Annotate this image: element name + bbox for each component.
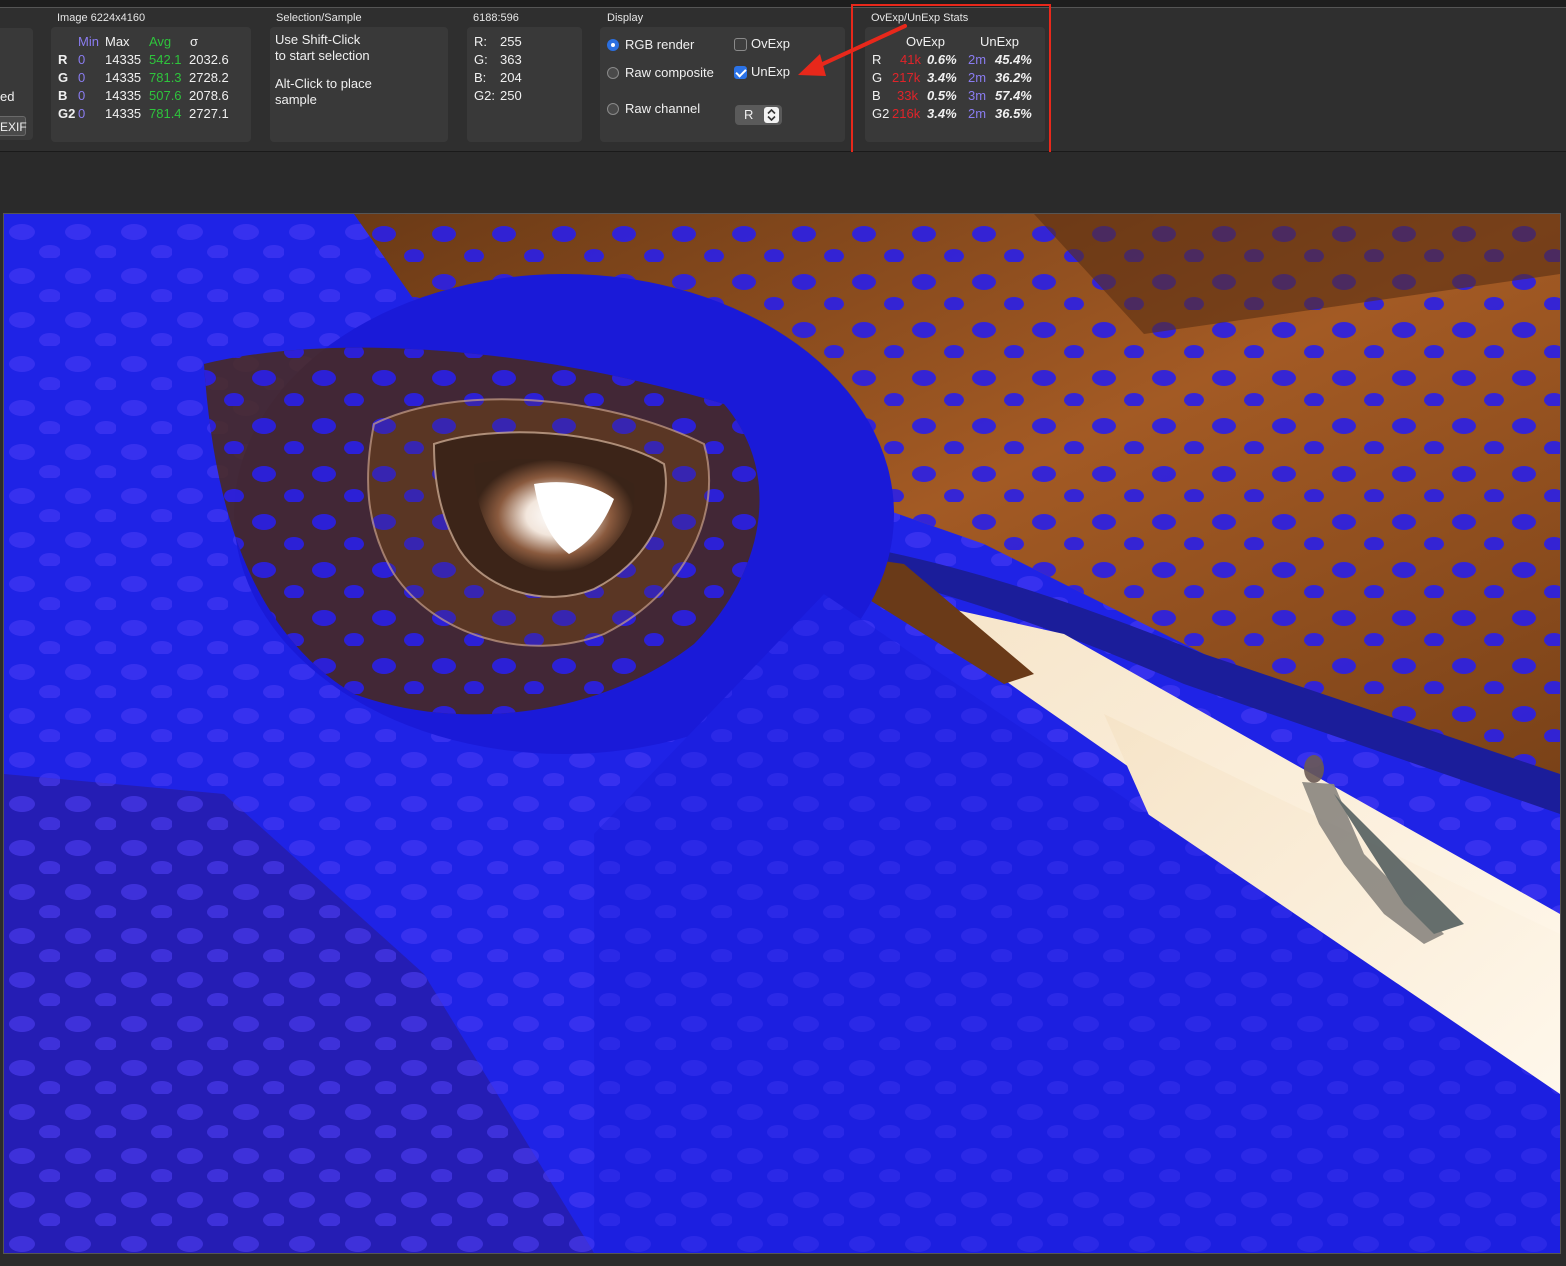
image-row-max: 14335 bbox=[105, 106, 142, 121]
min-header: Min bbox=[78, 34, 99, 49]
image-viewport[interactable] bbox=[3, 213, 1561, 1254]
image-row-max: 14335 bbox=[105, 52, 142, 67]
image-row-max: 14335 bbox=[105, 88, 142, 103]
radio-icon[interactable] bbox=[607, 103, 619, 115]
left-partial-text: ed bbox=[0, 89, 15, 104]
channel-select-value: R bbox=[744, 107, 754, 122]
radio-label[interactable]: Raw channel bbox=[625, 101, 700, 116]
image-row-avg: 781.3 bbox=[149, 70, 182, 85]
image-row-ch: G bbox=[58, 70, 69, 85]
radio-label[interactable]: RGB render bbox=[625, 37, 694, 52]
sample-label: R: bbox=[474, 34, 487, 49]
sample-value: 255 bbox=[500, 34, 522, 49]
checkbox-icon[interactable] bbox=[734, 38, 747, 51]
selection-instruction: to start selection bbox=[275, 48, 370, 63]
image-row-min: 0 bbox=[78, 52, 86, 67]
image-row-avg: 507.6 bbox=[149, 88, 182, 103]
sample-value: 363 bbox=[500, 52, 522, 67]
checkbox-checked-icon[interactable] bbox=[734, 66, 747, 79]
radio-icon[interactable] bbox=[607, 67, 619, 79]
sigma-header: σ bbox=[190, 34, 199, 49]
checkbox-label[interactable]: UnExp bbox=[751, 64, 790, 79]
sample-label: G: bbox=[474, 52, 488, 67]
avg-header: Avg bbox=[149, 34, 172, 49]
image-row-sigma: 2728.2 bbox=[189, 70, 229, 85]
image-row-min: 0 bbox=[78, 106, 86, 121]
toolbar-spacer bbox=[0, 152, 1566, 210]
image-row-max: 14335 bbox=[105, 70, 142, 85]
sample-label: G2: bbox=[474, 88, 495, 103]
image-row-sigma: 2727.1 bbox=[189, 106, 229, 121]
radio-label[interactable]: Raw composite bbox=[625, 65, 714, 80]
window-top-edge bbox=[0, 0, 1566, 8]
sample-group-title: 6188:596 bbox=[473, 12, 519, 24]
annotation-arrow-icon bbox=[798, 24, 907, 76]
channel-select[interactable]: R bbox=[735, 105, 782, 125]
sample-instruction: Alt-Click to place bbox=[275, 76, 372, 91]
max-header: Max bbox=[105, 34, 130, 49]
image-row-sigma: 2032.6 bbox=[189, 52, 229, 67]
image-row-ch: B bbox=[58, 88, 68, 103]
sample-value: 204 bbox=[500, 70, 522, 85]
checkbox-label[interactable]: OvExp bbox=[751, 36, 790, 51]
image-group-title: Image 6224x4160 bbox=[57, 12, 146, 24]
image-row-ch: R bbox=[58, 52, 68, 67]
sample-label: B: bbox=[474, 70, 487, 85]
image-row-ch: G2 bbox=[58, 106, 76, 121]
display-group-title: Display bbox=[607, 12, 644, 24]
selection-instruction: Use Shift-Click bbox=[275, 32, 361, 47]
selection-group-title: Selection/Sample bbox=[276, 12, 362, 24]
photo-staircase-unexp-overlay bbox=[4, 214, 1560, 1253]
sample-value: 250 bbox=[500, 88, 522, 103]
radio-selected-icon[interactable] bbox=[607, 39, 619, 51]
stats-toolbar: ed EXIF Image 6224x4160 Min Max Avg σ R … bbox=[0, 8, 1566, 152]
image-row-min: 0 bbox=[78, 70, 86, 85]
sample-instruction: sample bbox=[275, 92, 317, 107]
select-updown-icon bbox=[764, 107, 779, 123]
image-row-sigma: 2078.6 bbox=[189, 88, 229, 103]
image-row-avg: 542.1 bbox=[149, 52, 182, 67]
image-row-avg: 781.4 bbox=[149, 106, 182, 121]
image-row-min: 0 bbox=[78, 88, 86, 103]
exif-button[interactable]: EXIF bbox=[0, 116, 27, 136]
